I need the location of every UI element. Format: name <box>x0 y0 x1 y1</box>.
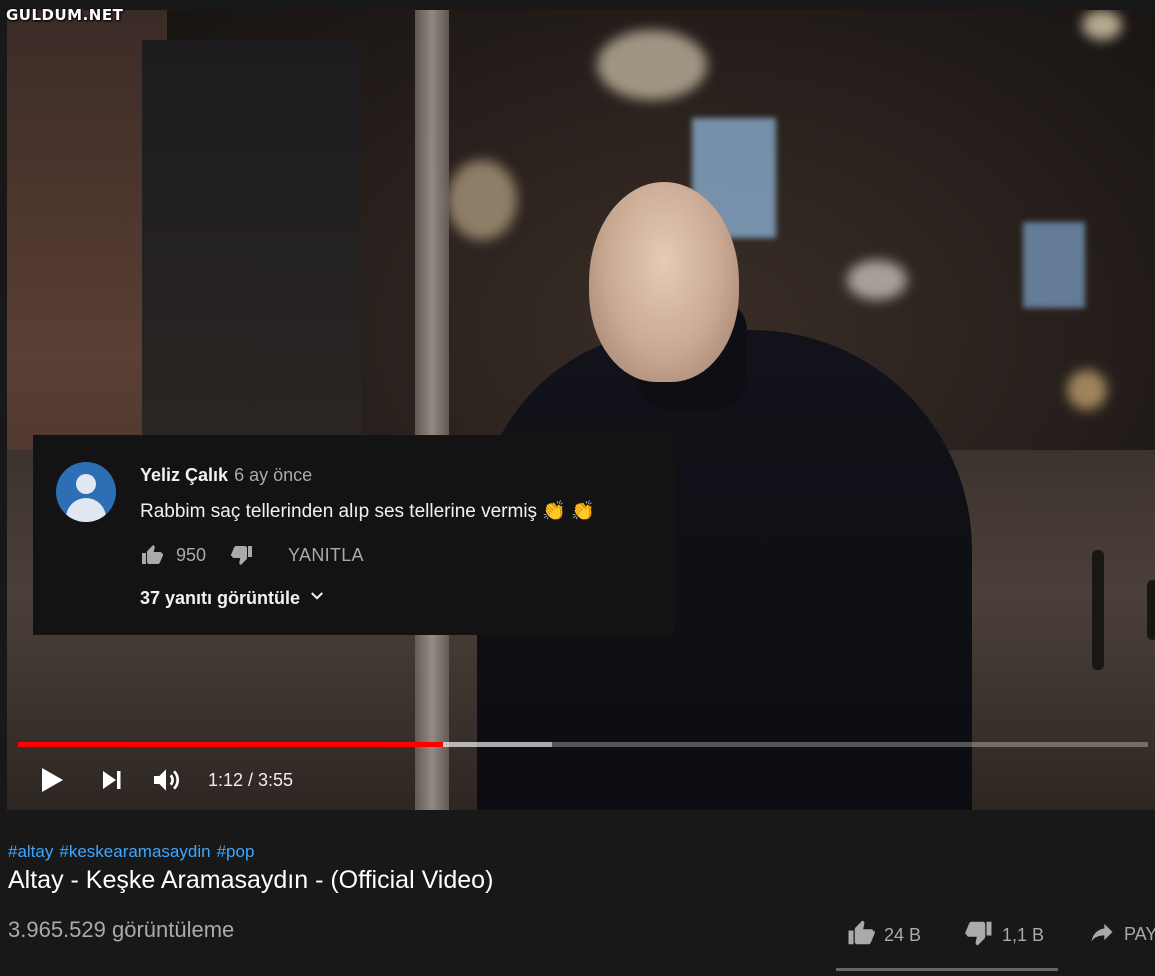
thumbs-up-icon[interactable] <box>140 543 164 567</box>
player-controls: 1:12 / 3:55 <box>38 758 293 802</box>
video-frame-bokeh <box>1082 10 1122 40</box>
video-title: Altay - Keşke Aramasaydın - (Official Vi… <box>8 866 494 894</box>
video-frame-storefront <box>142 40 362 460</box>
hashtag-link[interactable]: #pop <box>217 842 255 861</box>
comment-card: Yeliz Çalık 6 ay önce Rabbim saç tellerin… <box>33 435 675 635</box>
video-frame-pole <box>415 10 449 810</box>
like-button[interactable]: 24 B <box>846 918 921 953</box>
chevron-down-icon <box>308 587 326 610</box>
like-count: 24 B <box>884 925 922 945</box>
video-frame-bokeh <box>447 160 517 240</box>
video-frame-bollard <box>1092 550 1104 670</box>
progress-bar[interactable] <box>18 742 1148 747</box>
hashtag-link[interactable]: #altay <box>8 842 53 861</box>
video-frame-light-sign <box>1023 222 1085 308</box>
dislike-button[interactable]: 1,1 B <box>964 918 1044 953</box>
video-frame-bokeh <box>1067 370 1107 410</box>
avatar[interactable] <box>56 462 116 522</box>
thumbs-down-icon <box>964 918 994 953</box>
view-count: 3.965.529 görüntüleme <box>8 917 235 942</box>
share-icon <box>1088 918 1116 951</box>
view-replies-button[interactable]: 37 yanıtı görüntüle <box>140 587 326 610</box>
reply-button[interactable]: YANITLA <box>288 545 364 566</box>
video-frame-bokeh <box>847 260 907 300</box>
comment-author[interactable]: Yeliz Çalık <box>140 465 228 485</box>
video-frame-bokeh <box>597 30 707 100</box>
progress-played <box>18 742 443 747</box>
view-replies-label: 37 yanıtı görüntüle <box>140 588 301 608</box>
time-display: 1:12 / 3:55 <box>208 769 294 790</box>
video-frame-person-head <box>589 182 739 382</box>
thumbs-down-icon[interactable] <box>230 543 254 567</box>
video-player[interactable] <box>7 10 1155 810</box>
avatar-body <box>66 498 106 522</box>
watermark: GULDUM.NET <box>6 6 124 24</box>
comment-actions: 950 YANITLA <box>140 543 364 567</box>
share-button[interactable]: PAYLAŞ <box>1088 918 1155 951</box>
hashtags: #altay #keskearamasaydin #pop <box>8 842 260 862</box>
comment-time[interactable]: 6 ay önce <box>234 465 312 485</box>
sentiment-bar <box>836 968 1058 971</box>
volume-icon[interactable] <box>150 764 182 796</box>
share-label: PAYLAŞ <box>1124 924 1155 944</box>
avatar-head <box>76 474 96 494</box>
next-icon[interactable] <box>100 768 124 792</box>
hashtag-link[interactable]: #keskearamasaydin <box>59 842 210 861</box>
comment-header: Yeliz Çalık 6 ay önce <box>140 465 312 486</box>
comment-text: Rabbim saç tellerinden alıp ses tellerin… <box>140 501 595 522</box>
dislike-count: 1,1 B <box>1002 925 1045 945</box>
play-icon[interactable] <box>38 765 66 795</box>
video-frame-bollard <box>1147 580 1155 640</box>
comment-like-count: 950 <box>176 544 207 565</box>
video-info: #altay #keskearamasaydin #pop Altay - Keşk… <box>0 810 1155 976</box>
thumbs-up-icon <box>846 918 876 953</box>
